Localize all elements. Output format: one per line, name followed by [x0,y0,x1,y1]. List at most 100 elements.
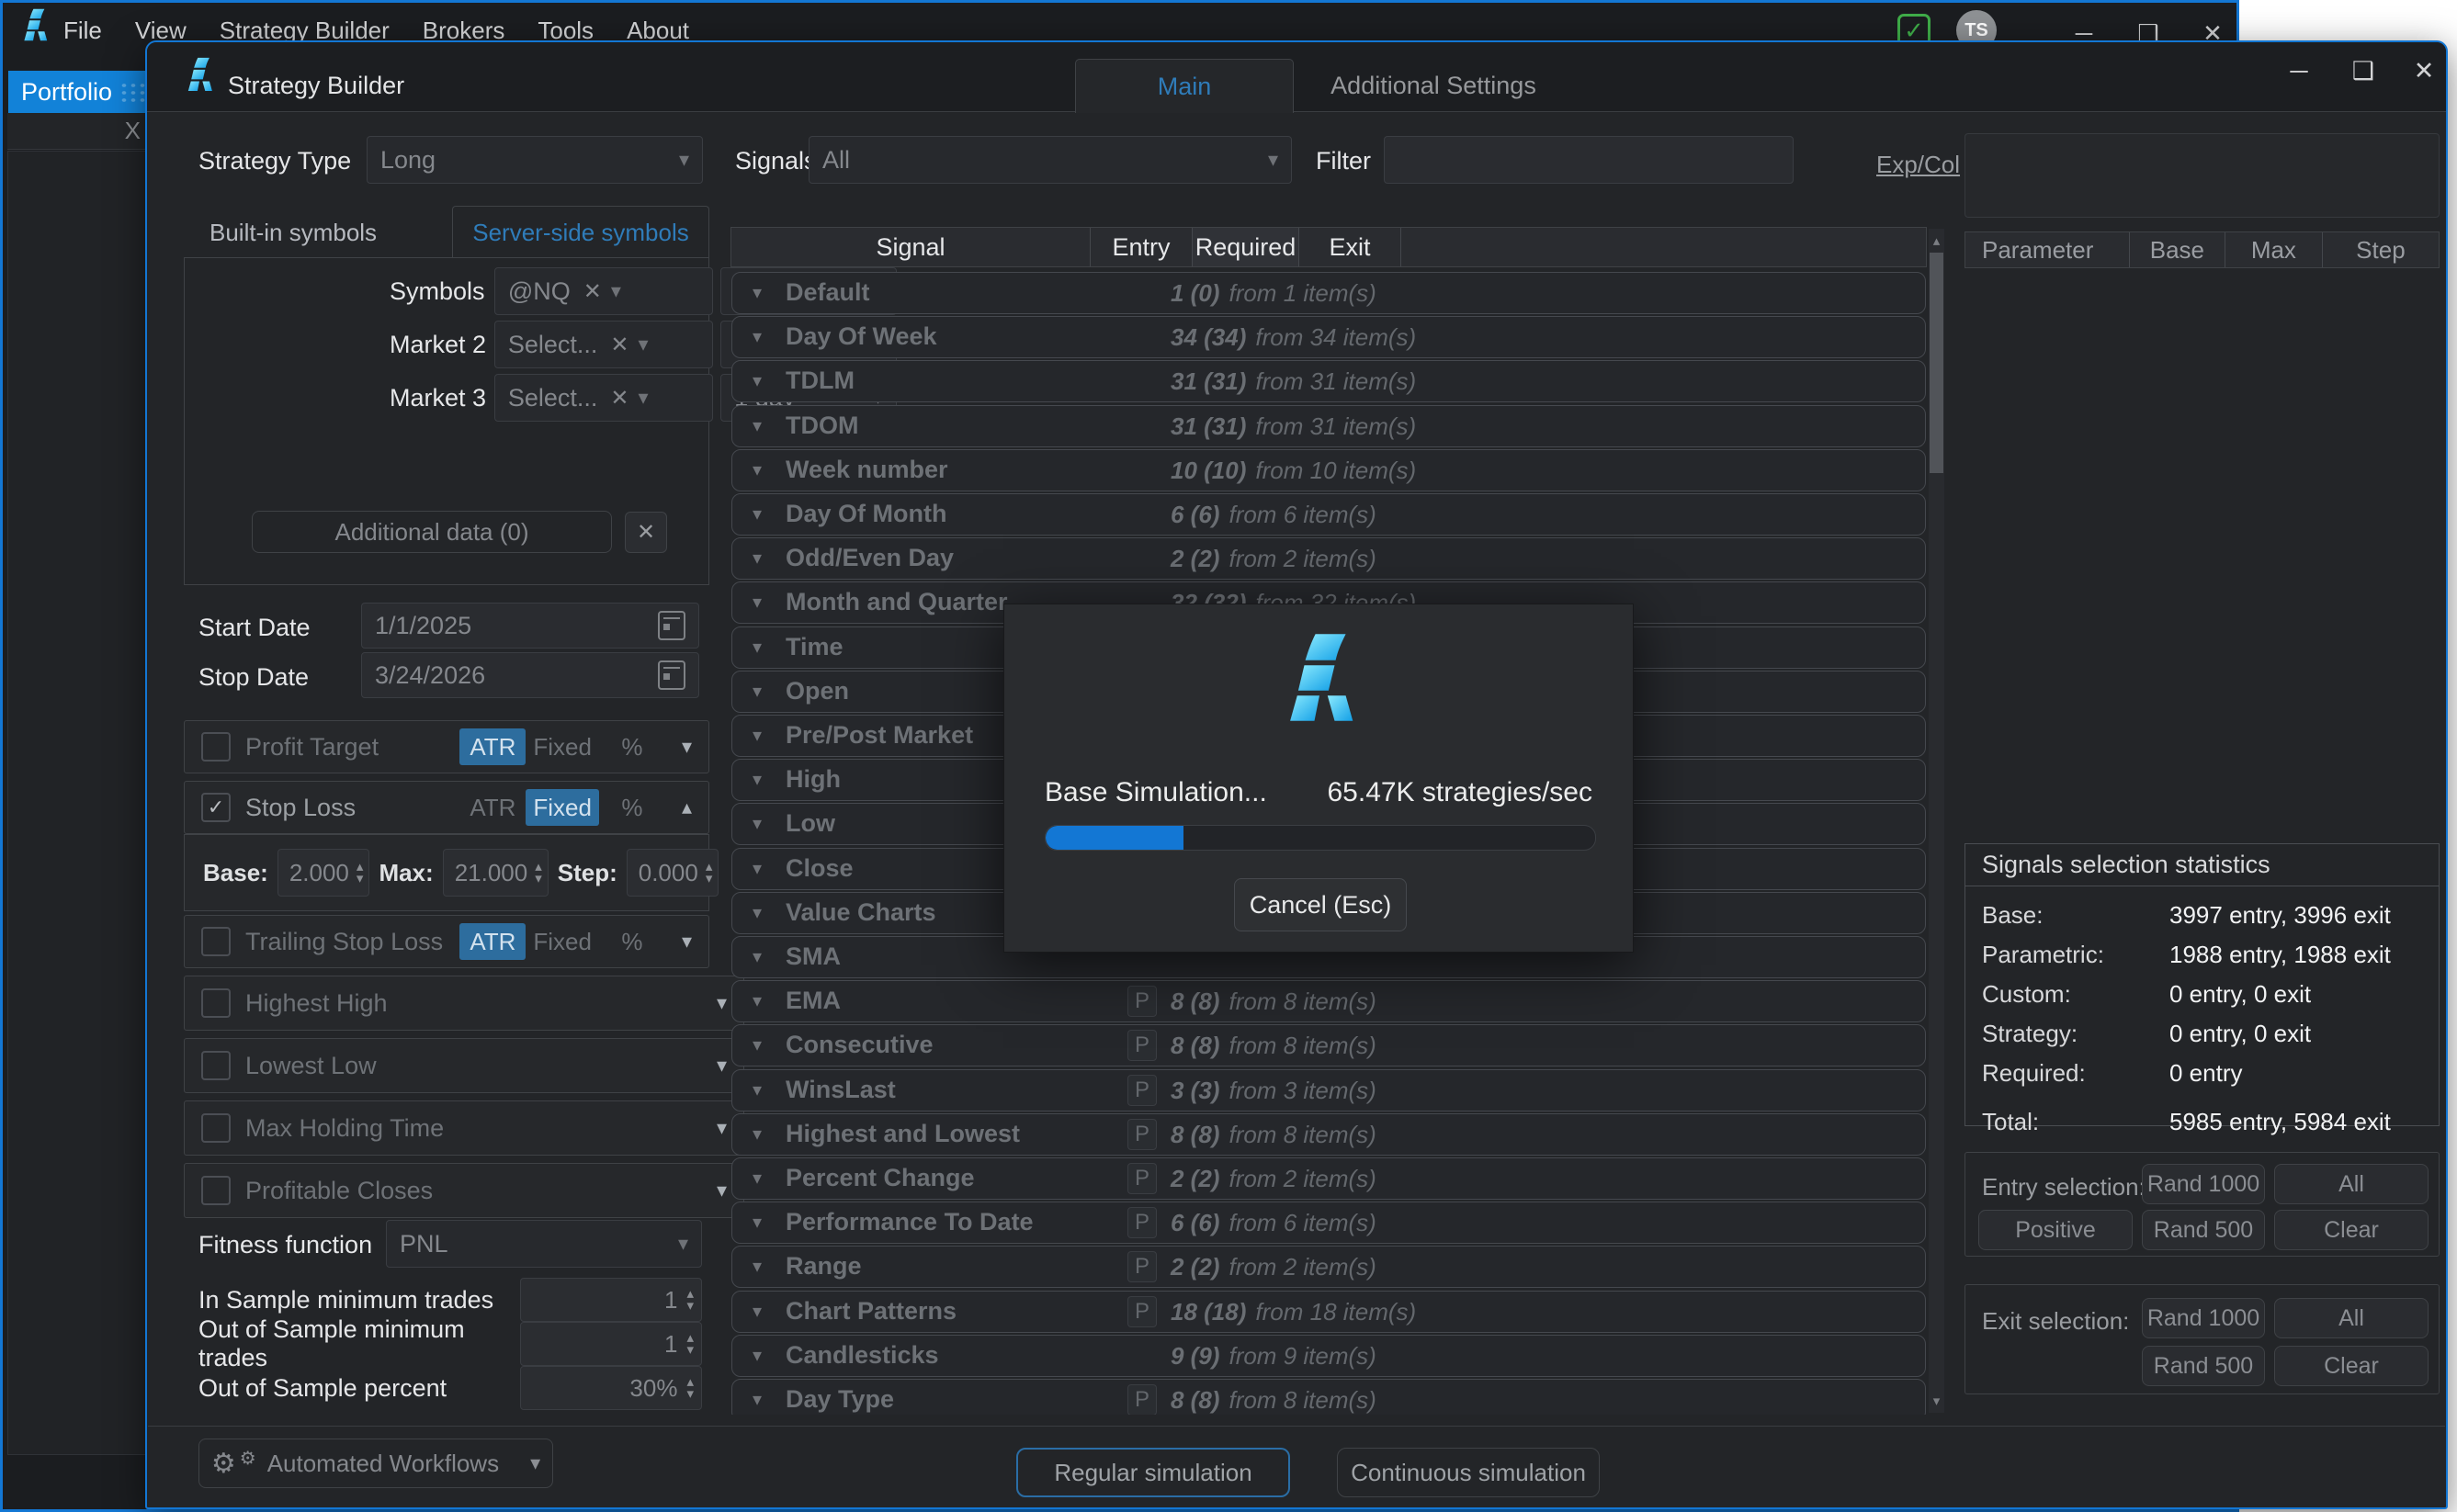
signal-row[interactable]: ▾ Week number 10 (10) from 10 item(s) [731,448,1926,491]
signal-row[interactable]: ▾ Consecutive P 8 (8) from 8 item(s) [731,1024,1926,1067]
chevron-down-icon[interactable]: ▾ [717,1054,727,1078]
entry-rand-1000-button[interactable]: Rand 1000 [2142,1164,2265,1204]
clear-icon[interactable]: ✕ [610,332,628,358]
column-signal[interactable]: Signal [731,228,1091,266]
chevron-down-icon[interactable]: ▾ [753,1300,762,1323]
signal-row[interactable]: ▾ EMA P 8 (8) from 8 item(s) [731,980,1926,1023]
atr-chip[interactable]: ATR [459,728,526,765]
chevron-down-icon[interactable]: ▾ [753,547,762,570]
clear-icon[interactable]: ✕ [583,278,602,305]
profit-target-row[interactable]: Profit Target ATR Fixed % ▾ [184,720,709,773]
spinner-arrows-icon[interactable]: ▴ ▾ [686,1331,694,1357]
spinner-arrows-icon[interactable]: ▴ ▾ [686,1287,694,1313]
chevron-down-icon[interactable]: ▾ [753,768,762,791]
automated-workflows-button[interactable]: ⚙ ⚙ Automated Workflows ▾ [198,1439,553,1488]
exit-rand-500-button[interactable]: Rand 500 [2142,1346,2265,1386]
column-max[interactable]: Max [2225,232,2323,267]
option-checkbox[interactable] [201,1176,231,1205]
sidebar-tab-portfolio[interactable]: Portfolio [8,71,148,113]
chevron-down-icon[interactable]: ▾ [753,1344,762,1367]
chevron-down-icon[interactable]: ▾ [753,325,762,348]
cancel-button[interactable]: Cancel (Esc) [1234,878,1407,931]
spinner-arrows-icon[interactable]: ▴ ▾ [686,1375,694,1401]
signal-row[interactable]: ▾ TDLM 31 (31) from 31 item(s) [731,360,1926,403]
option-checkbox[interactable] [201,1051,231,1080]
column-exit[interactable]: Exit [1299,228,1401,266]
entry-rand-500-button[interactable]: Rand 500 [2142,1210,2265,1250]
signals-select[interactable]: All ▾ [809,136,1292,184]
chevron-down-icon[interactable]: ▾ [753,945,762,968]
exit-all-button[interactable]: All [2274,1298,2429,1338]
tab-server-side-symbols[interactable]: Server-side symbols [452,206,709,258]
chevron-down-icon[interactable]: ▾ [753,1078,762,1101]
percent-chip[interactable]: % [599,728,665,765]
atr-chip[interactable]: ATR [459,789,526,826]
chevron-down-icon[interactable]: ▾ [753,414,762,437]
regular-simulation-button[interactable]: Regular simulation [1016,1448,1290,1497]
fixed-chip[interactable]: Fixed [526,728,599,765]
option-row[interactable]: Profitable Closes ▾ [184,1163,744,1218]
chevron-down-icon[interactable]: ▾ [753,369,762,392]
entry-clear-button[interactable]: Clear [2274,1210,2429,1250]
chevron-down-icon[interactable]: ▾ [753,1033,762,1056]
window-maximize-button[interactable]: ❑ [2341,51,2385,90]
trailing-stop-loss-row[interactable]: Trailing Stop Loss ATR Fixed % ▾ [184,915,709,968]
atr-chip[interactable]: ATR [459,923,526,960]
signal-row[interactable]: ▾ Percent Change P 2 (2) from 2 item(s) [731,1157,1926,1200]
strategy-type-select[interactable]: Long ▾ [367,136,703,184]
sidebar-close-button[interactable]: X [125,117,141,145]
fixed-chip[interactable]: Fixed [526,923,599,960]
exit-rand-1000-button[interactable]: Rand 1000 [2142,1298,2265,1338]
option-row[interactable]: Lowest Low ▾ [184,1038,744,1093]
chevron-down-icon[interactable]: ▾ [753,458,762,481]
spinner-arrows-icon[interactable]: ▴ ▾ [535,860,542,886]
scrollbar-thumb[interactable] [1930,253,1943,473]
chevron-down-icon[interactable]: ▾ [753,857,762,880]
chevron-down-icon[interactable]: ▾ [717,991,727,1015]
chevron-down-icon[interactable]: ▾ [753,591,762,614]
signal-row[interactable]: ▾ Range P 2 (2) from 2 item(s) [731,1246,1926,1289]
signal-row[interactable]: ▾ WinsLast P 3 (3) from 3 item(s) [731,1068,1926,1111]
chevron-down-icon[interactable]: ▾ [753,1388,762,1411]
chevron-down-icon[interactable]: ▾ [753,1123,762,1145]
chevron-up-icon[interactable]: ▴ [682,795,692,819]
signal-row[interactable]: ▾ Performance To Date P 6 (6) from 6 item(s) [731,1202,1926,1245]
chevron-down-icon[interactable]: ▾ [753,1167,762,1190]
option-row[interactable]: Max Holding Time ▾ [184,1100,744,1156]
chevron-down-icon[interactable]: ▾ [753,1211,762,1234]
chevron-down-icon[interactable]: ▾ [753,281,762,304]
sample-stepper[interactable]: 1 ▴ ▾ [520,1278,702,1322]
base-stepper[interactable]: 2.000 ▴ ▾ [277,849,370,897]
tab-builtin-symbols[interactable]: Built-in symbols [209,219,377,247]
sample-stepper[interactable]: 1 ▴ ▾ [520,1322,702,1366]
max-stepper[interactable]: 21.000 ▴ ▾ [442,849,549,897]
chevron-down-icon[interactable]: ▾ [753,901,762,924]
signal-row[interactable]: ▾ Default 1 (0) from 1 item(s) [731,272,1926,314]
percent-chip[interactable]: % [599,923,665,960]
column-required[interactable]: Required [1193,228,1299,266]
signal-row[interactable]: ▾ Odd/Even Day 2 (2) from 2 item(s) [731,537,1926,581]
sample-stepper[interactable]: 30% ▴ ▾ [520,1366,702,1410]
filter-input[interactable] [1384,136,1794,184]
profit-target-checkbox[interactable] [201,732,231,762]
window-close-button[interactable]: ✕ [2402,51,2446,90]
chevron-down-icon[interactable]: ▾ [682,930,692,953]
additional-data-button[interactable]: Additional data (0) [252,511,612,553]
spinner-arrows-icon[interactable]: ▴ ▾ [357,860,364,886]
symbol-select[interactable]: Select... ✕ ▾ [493,321,714,368]
entry-all-button[interactable]: All [2274,1164,2429,1204]
scroll-up-icon[interactable]: ▴ [1929,231,1944,251]
menu-item[interactable]: File [63,17,102,45]
window-minimize-button[interactable]: ─ [2277,51,2321,90]
tab-main[interactable]: Main [1075,59,1294,113]
chevron-down-icon[interactable]: ▾ [753,680,762,703]
chevron-down-icon[interactable]: ▾ [753,724,762,747]
signal-row[interactable]: ▾ Day Type P 8 (8) from 8 item(s) [731,1379,1926,1415]
option-checkbox[interactable] [201,1113,231,1143]
chevron-down-icon[interactable]: ▾ [753,1255,762,1278]
scroll-down-icon[interactable]: ▾ [1929,1391,1944,1411]
chevron-down-icon[interactable]: ▾ [753,989,762,1012]
chevron-down-icon[interactable]: ▾ [753,812,762,835]
fixed-chip[interactable]: Fixed [526,789,599,826]
start-date-input[interactable]: 1/1/2025 [361,603,699,649]
